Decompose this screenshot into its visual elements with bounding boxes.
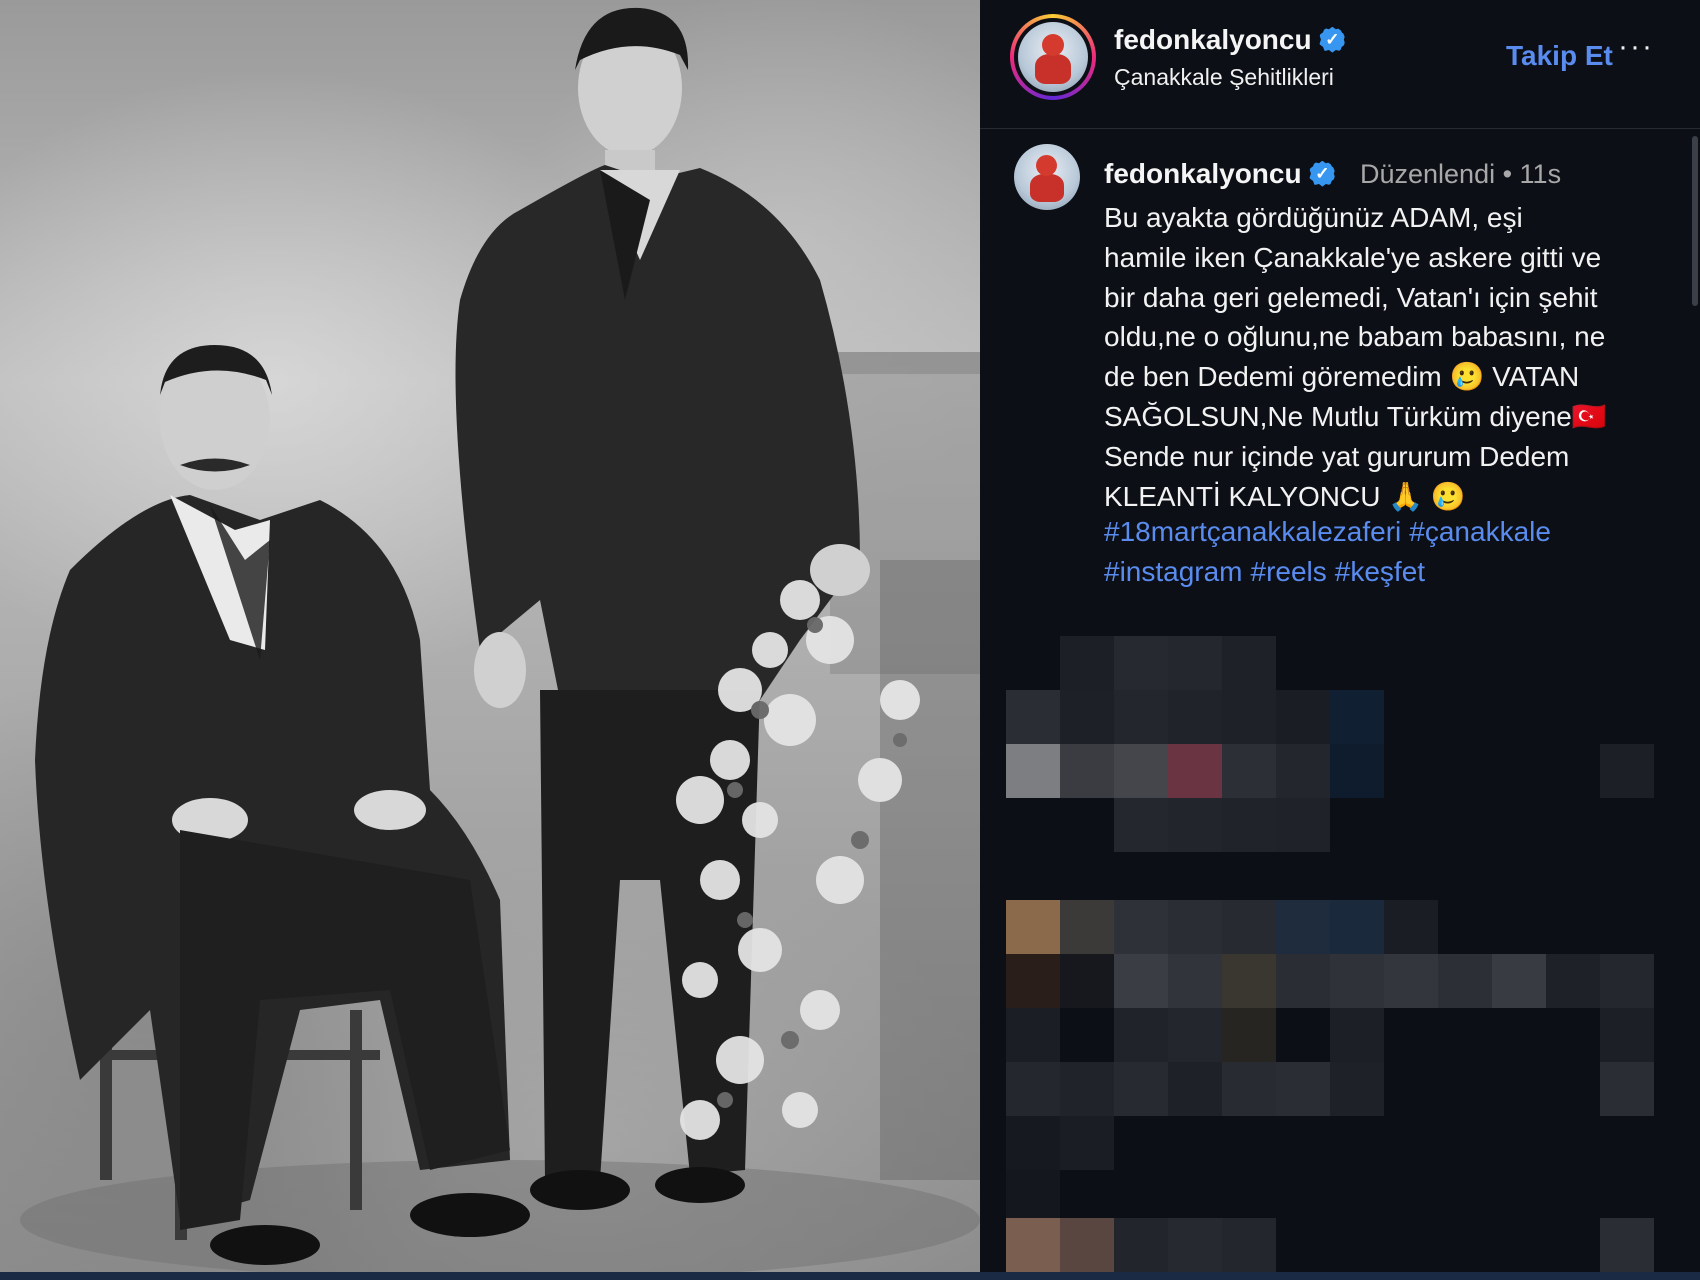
caption-text: Bu ayakta gördüğünüz ADAM, eşi hamile ik… <box>1104 202 1607 512</box>
hashtag-link[interactable]: #keşfet <box>1335 556 1425 587</box>
hashtag-link[interactable]: #çanakkale <box>1409 516 1551 547</box>
location-link[interactable]: Çanakkale Şehitlikleri <box>1114 64 1334 91</box>
caption: fedonkalyoncu ✓ Düzenlendi • 11s Bu ayak… <box>980 128 1700 598</box>
hashtag-link[interactable]: #instagram <box>1104 556 1243 587</box>
verified-badge-icon: ✓ <box>1319 26 1346 53</box>
verified-badge-icon: ✓ <box>1309 160 1336 187</box>
post-sidebar: fedonkalyoncu ✓ Çanakkale Şehitlikleri T… <box>980 0 1700 1272</box>
avatar <box>1018 22 1088 92</box>
username-text[interactable]: fedonkalyoncu <box>1114 24 1312 55</box>
pixelated-comments <box>980 600 1700 1272</box>
more-options-icon[interactable]: ··· <box>1618 30 1654 64</box>
caption-username[interactable]: fedonkalyoncu ✓ <box>1104 158 1336 190</box>
scrollbar[interactable] <box>1692 136 1698 306</box>
hashtag-link[interactable]: #18martçanakkalezaferi <box>1104 516 1401 547</box>
hashtag-list: #18martçanakkalezaferi #çanakkale #instag… <box>1104 512 1664 592</box>
follow-button[interactable]: Takip Et <box>1506 40 1613 72</box>
vintage-portrait-image <box>20 7 980 1272</box>
story-ring-avatar[interactable] <box>1010 14 1096 100</box>
post-photo[interactable] <box>0 0 980 1272</box>
caption-username-text[interactable]: fedonkalyoncu <box>1104 158 1302 189</box>
header-username[interactable]: fedonkalyoncu ✓ <box>1114 24 1346 56</box>
post-header: fedonkalyoncu ✓ Çanakkale Şehitlikleri T… <box>980 0 1700 129</box>
hashtag-link[interactable]: #reels <box>1251 556 1327 587</box>
bottom-strip <box>0 1272 1700 1280</box>
caption-meta: Düzenlendi • 11s <box>1360 159 1562 189</box>
caption-avatar[interactable] <box>1014 144 1080 210</box>
